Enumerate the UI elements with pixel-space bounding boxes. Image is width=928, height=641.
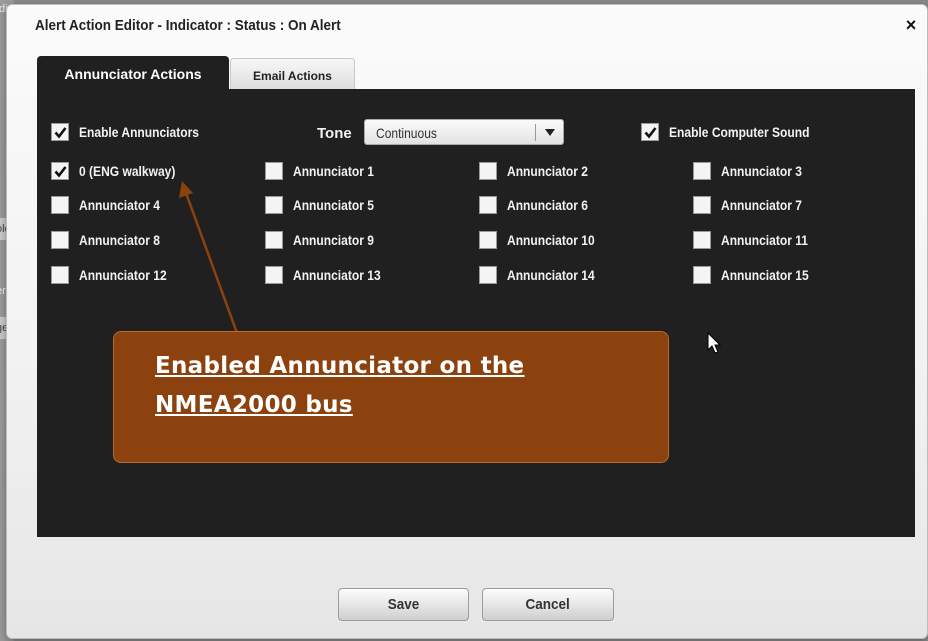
mouse-cursor-icon xyxy=(707,332,722,354)
save-button-label: Save xyxy=(387,596,420,613)
annotation-arrow xyxy=(179,181,239,334)
save-button[interactable]: Save xyxy=(338,588,469,621)
cancel-button[interactable]: Cancel xyxy=(482,588,614,621)
annotation-callout: Enabled Annunciator on the NMEA2000 bus xyxy=(113,331,669,463)
alert-action-editor-dialog: Alert Action Editor - Indicator : Status… xyxy=(6,4,928,639)
cancel-button-label: Cancel xyxy=(525,596,571,613)
annotation-text: Enabled Annunciator on the NMEA2000 bus xyxy=(155,353,525,418)
